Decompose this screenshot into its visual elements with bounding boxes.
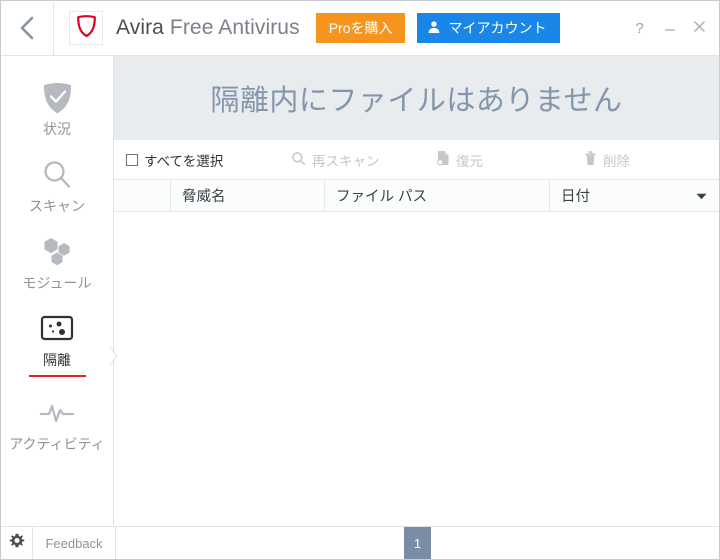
quarantine-toolbar: すべてを選択 再スキャン 復元 削除 (114, 140, 719, 180)
sidebar-nav: 状況 スキャン モジュール 隔離 アクティビティ (1, 56, 118, 526)
restore-label: 復元 (456, 153, 483, 169)
magnifier-icon (291, 151, 306, 169)
page-number-badge[interactable]: 1 (404, 527, 431, 559)
pulse-line-icon (38, 393, 76, 433)
user-icon (427, 20, 441, 37)
shield-check-icon (41, 78, 74, 118)
checkbox-icon[interactable] (126, 153, 138, 166)
chevron-down-icon[interactable] (696, 188, 707, 204)
brand-title: Avira Free Antivirus (116, 16, 300, 40)
status-bar: Feedback 1 (1, 526, 719, 559)
close-button[interactable] (691, 18, 708, 38)
select-all-control[interactable]: すべてを選択 (126, 150, 291, 170)
settings-button[interactable] (1, 527, 33, 559)
sidebar-item-quarantine[interactable]: 隔離 (1, 309, 118, 377)
sidebar-item-label: モジュール (22, 275, 92, 291)
magnifier-icon (40, 155, 74, 195)
my-account-label: マイアカウント (448, 20, 547, 36)
brand-edition: Free Antivirus (169, 16, 300, 39)
sidebar-item-label: 隔離 (43, 352, 71, 368)
hexagon-cluster-icon (39, 232, 75, 272)
chevron-left-icon (18, 14, 36, 42)
column-header-date[interactable]: 日付 (549, 180, 719, 211)
column-header-threat-name[interactable]: 脅威名 (170, 180, 324, 211)
sidebar-item-activity[interactable]: アクティビティ (1, 393, 113, 454)
select-all-label: すべてを選択 (144, 153, 224, 169)
column-header-file-path[interactable]: ファイル パス (324, 180, 549, 211)
avira-window: Avira Free Antivirus Proを購入 マイアカウント ? 状況… (0, 0, 720, 560)
column-header-date-label: 日付 (561, 189, 590, 205)
status-bar-spacer: 1 (116, 527, 719, 559)
minimize-icon (663, 21, 677, 36)
back-button[interactable] (1, 1, 54, 55)
rescan-label: 再スキャン (312, 153, 380, 169)
delete-label: 削除 (603, 153, 630, 169)
main-panel: 隔離内にファイルはありません すべてを選択 再スキャン 復元 削除 脅威名 ファ… (114, 56, 719, 526)
rescan-button[interactable]: 再スキャン (291, 150, 436, 170)
sidebar-item-modules[interactable]: モジュール (1, 232, 113, 293)
close-icon (692, 19, 707, 37)
quarantine-table-header: 脅威名 ファイル パス 日付 (114, 180, 719, 212)
help-button[interactable]: ? (631, 18, 648, 38)
sidebar-item-label: アクティビティ (9, 436, 105, 452)
avira-shield-logo (76, 14, 97, 43)
window-controls: ? (631, 18, 708, 38)
gear-icon (9, 533, 25, 554)
my-account-button[interactable]: マイアカウント (417, 13, 561, 43)
trash-icon (584, 150, 597, 169)
page-title: 隔離内にファイルはありません (210, 85, 623, 117)
minimize-button[interactable] (661, 18, 678, 38)
feedback-button[interactable]: Feedback (33, 527, 116, 559)
restore-button[interactable]: 復元 (436, 150, 584, 170)
window-body: 状況 スキャン モジュール 隔離 アクティビティ 隔離内にファイルはありません … (1, 56, 719, 526)
avira-logo (69, 11, 103, 45)
question-mark-icon: ? (635, 19, 644, 37)
quarantine-table-body (114, 212, 719, 526)
delete-button[interactable]: 削除 (584, 150, 630, 170)
active-notch-icon (108, 345, 119, 367)
buy-pro-button[interactable]: Proを購入 (315, 13, 406, 43)
sidebar-item-label: スキャン (29, 198, 85, 214)
title-bar: Avira Free Antivirus Proを購入 マイアカウント ? (1, 1, 719, 56)
active-indicator (28, 375, 86, 377)
sidebar-item-status[interactable]: 状況 (1, 78, 113, 139)
quarantine-header: 隔離内にファイルはありません (114, 56, 719, 140)
restore-file-icon (436, 150, 450, 169)
sidebar-item-scan[interactable]: スキャン (1, 155, 113, 216)
sidebar-item-label: 状況 (43, 121, 71, 137)
brand-name: Avira (116, 16, 164, 39)
quarantine-box-icon (39, 309, 75, 349)
table-header-checkbox-cell (114, 180, 170, 211)
